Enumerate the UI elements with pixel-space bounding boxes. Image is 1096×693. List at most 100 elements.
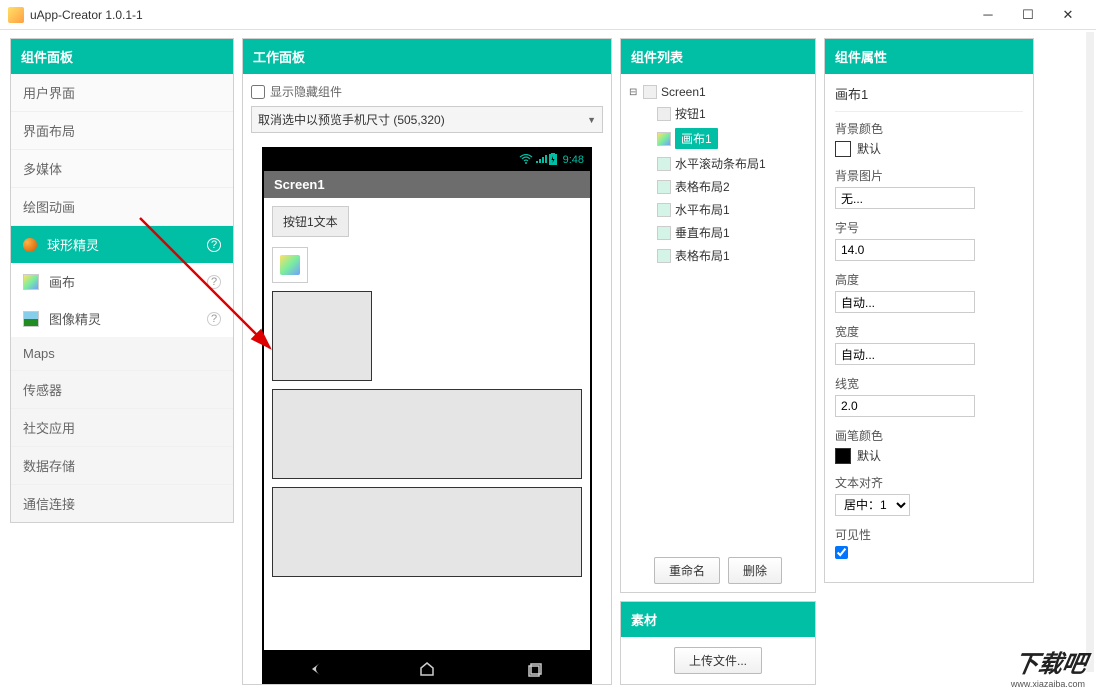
bgcolor-swatch bbox=[835, 141, 851, 157]
show-hidden-checkbox[interactable]: 显示隐藏组件 bbox=[251, 80, 603, 103]
properties-panel: 组件属性 画布1 背景颜色 默认 背景图片 字号 bbox=[824, 38, 1034, 583]
tree-toggle-icon[interactable]: ⊟ bbox=[629, 87, 641, 98]
help-icon[interactable]: ? bbox=[207, 312, 221, 326]
prop-pencolor-value[interactable]: 默认 bbox=[835, 447, 1023, 464]
ball-icon bbox=[23, 238, 37, 252]
preview-size-select[interactable]: 取消选中以预览手机尺寸 (505,320) bbox=[251, 106, 603, 133]
tree-body: ⊟ Screen1 按钮1 画布1 水平滚动条布局1 表格布局2 水平布局1 垂直布局1 表… bbox=[621, 74, 815, 549]
palette-body: 用户界面界面布局多媒体绘图动画 球形精灵?画布?图像精灵? Maps传感器社交应… bbox=[11, 74, 233, 522]
tree-node[interactable]: 水平滚动条布局1 bbox=[629, 152, 807, 175]
preview-button1[interactable]: 按钮1文本 bbox=[272, 206, 349, 237]
upload-file-button[interactable]: 上传文件... bbox=[674, 647, 762, 674]
prop-textalign-select[interactable]: 居中：1 bbox=[835, 494, 910, 516]
wifi-icon bbox=[519, 154, 533, 167]
watermark: 下载吧 www.xiazaiba.com bbox=[1010, 644, 1092, 689]
palette-category[interactable]: 绘图动画 bbox=[11, 188, 233, 226]
workspace-header: 工作面板 bbox=[243, 39, 611, 74]
prop-pencolor-label: 画笔颜色 bbox=[835, 427, 1023, 444]
prop-visible-checkbox[interactable] bbox=[835, 546, 848, 559]
phone-statusbar: 9:48 bbox=[264, 149, 590, 171]
preview-table-layout2[interactable] bbox=[272, 389, 582, 479]
help-icon[interactable]: ? bbox=[207, 238, 221, 252]
prop-linewidth-input[interactable] bbox=[835, 395, 975, 417]
tree-header: 组件列表 bbox=[621, 39, 815, 74]
palette-category[interactable]: Maps bbox=[11, 337, 233, 371]
palette-component-image[interactable]: 图像精灵? bbox=[11, 300, 233, 337]
palette-category[interactable]: 社交应用 bbox=[11, 409, 233, 447]
nav-home-icon[interactable] bbox=[412, 661, 442, 677]
palette-component-ball[interactable]: 球形精灵? bbox=[11, 226, 233, 263]
palette-component-canvas[interactable]: 画布? bbox=[11, 263, 233, 300]
prop-width-input[interactable] bbox=[835, 343, 975, 365]
preview-h-layout1[interactable] bbox=[272, 487, 582, 577]
preview-hscroll-layout[interactable] bbox=[272, 291, 372, 381]
tree-node[interactable]: 水平布局1 bbox=[629, 198, 807, 221]
prop-height-label: 高度 bbox=[835, 271, 1023, 288]
tree-node-icon bbox=[657, 180, 671, 194]
tree-node-label: 水平滚动条布局1 bbox=[675, 155, 766, 172]
component-tree-panel: 组件列表 ⊟ Screen1 按钮1 画布1 水平滚动条布局1 表格布局2 水平布局1 垂… bbox=[620, 38, 816, 593]
titlebar: uApp-Creator 1.0.1-1 ─ ☐ ✕ bbox=[0, 0, 1096, 30]
delete-button[interactable]: 删除 bbox=[728, 557, 782, 584]
preview-canvas1[interactable] bbox=[272, 247, 308, 283]
prop-linewidth-label: 线宽 bbox=[835, 375, 1023, 392]
tree-node-label: 水平布局1 bbox=[675, 201, 730, 218]
window-scrollbar[interactable] bbox=[1086, 32, 1094, 672]
nav-back-icon[interactable] bbox=[303, 661, 333, 677]
tree-node[interactable]: 按钮1 bbox=[629, 102, 807, 125]
tree-node-label: 垂直布局1 bbox=[675, 224, 730, 241]
properties-body: 画布1 背景颜色 默认 背景图片 字号 高度 bbox=[825, 74, 1033, 582]
prop-width-label: 宽度 bbox=[835, 323, 1023, 340]
tree-node[interactable]: 垂直布局1 bbox=[629, 221, 807, 244]
workspace-panel: 工作面板 显示隐藏组件 取消选中以预览手机尺寸 (505,320) bbox=[242, 38, 612, 685]
screen-icon bbox=[643, 85, 657, 99]
palette-category[interactable]: 传感器 bbox=[11, 371, 233, 409]
prop-fontsize-label: 字号 bbox=[835, 219, 1023, 236]
phone-screen-title: Screen1 bbox=[264, 171, 590, 198]
phone-time: 9:48 bbox=[563, 154, 584, 166]
tree-root-label: Screen1 bbox=[661, 85, 706, 99]
palette-category[interactable]: 用户界面 bbox=[11, 74, 233, 112]
palette-category[interactable]: 通信连接 bbox=[11, 485, 233, 522]
app-icon bbox=[8, 7, 24, 23]
prop-bgimage-input[interactable] bbox=[835, 187, 975, 209]
prop-fontsize-input[interactable] bbox=[835, 239, 975, 261]
close-button[interactable]: ✕ bbox=[1048, 1, 1088, 29]
property-component-name: 画布1 bbox=[835, 84, 1023, 112]
prop-textalign-label: 文本对齐 bbox=[835, 474, 1023, 491]
tree-node-label: 表格布局1 bbox=[675, 247, 730, 264]
pencolor-swatch bbox=[835, 448, 851, 464]
tree-node-icon bbox=[657, 132, 671, 146]
properties-header: 组件属性 bbox=[825, 39, 1033, 74]
tree-node-label: 表格布局2 bbox=[675, 178, 730, 195]
component-label: 图像精灵 bbox=[49, 309, 101, 328]
rename-button[interactable]: 重命名 bbox=[654, 557, 720, 584]
tree-node[interactable]: 表格布局1 bbox=[629, 244, 807, 267]
show-hidden-label: 显示隐藏组件 bbox=[270, 83, 342, 100]
nav-recent-icon[interactable] bbox=[521, 661, 551, 677]
phone-navbar bbox=[264, 650, 590, 684]
main-layout: 组件面板 用户界面界面布局多媒体绘图动画 球形精灵?画布?图像精灵? Maps传… bbox=[0, 30, 1096, 693]
prop-bgcolor-value[interactable]: 默认 bbox=[835, 140, 1023, 157]
tree-node-icon bbox=[657, 107, 671, 121]
tree-node-icon bbox=[657, 226, 671, 240]
palette-header: 组件面板 bbox=[11, 39, 233, 74]
tree-node[interactable]: 画布1 bbox=[629, 125, 807, 152]
canvas-icon bbox=[23, 274, 39, 290]
phone-screen[interactable]: 按钮1文本 bbox=[264, 198, 590, 650]
tree-root[interactable]: ⊟ Screen1 bbox=[629, 82, 807, 102]
palette-category[interactable]: 多媒体 bbox=[11, 150, 233, 188]
prop-height-input[interactable] bbox=[835, 291, 975, 313]
minimize-button[interactable]: ─ bbox=[968, 1, 1008, 29]
help-icon[interactable]: ? bbox=[207, 275, 221, 289]
phone-preview: 9:48 Screen1 按钮1文本 bbox=[262, 147, 592, 684]
maximize-button[interactable]: ☐ bbox=[1008, 1, 1048, 29]
material-panel: 素材 上传文件... bbox=[620, 601, 816, 685]
tree-node[interactable]: 表格布局2 bbox=[629, 175, 807, 198]
palette-category[interactable]: 数据存储 bbox=[11, 447, 233, 485]
component-label: 画布 bbox=[49, 272, 75, 291]
palette-category[interactable]: 界面布局 bbox=[11, 112, 233, 150]
workspace-body: 显示隐藏组件 取消选中以预览手机尺寸 (505,320) bbox=[243, 74, 611, 684]
tree-node-label: 按钮1 bbox=[675, 105, 706, 122]
show-hidden-input[interactable] bbox=[251, 85, 265, 99]
